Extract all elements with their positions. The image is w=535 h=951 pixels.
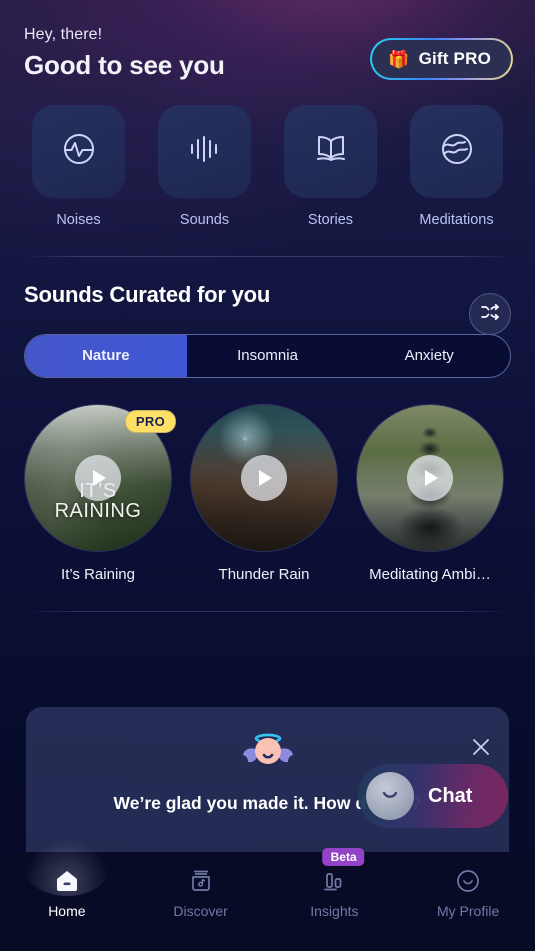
music-box-icon <box>188 868 214 894</box>
overlay-line-2: RAINING <box>54 499 142 522</box>
pro-badge: PRO <box>124 409 176 433</box>
bottom-navigation: Home Discover Beta Insights My Profile <box>0 838 535 951</box>
play-icon <box>259 469 272 486</box>
sound-card-title: Thunder Rain <box>218 565 310 583</box>
close-feedback-button[interactable] <box>469 737 493 761</box>
category-meditations[interactable]: Meditations <box>409 105 504 228</box>
shuffle-icon <box>480 302 500 327</box>
home-icon <box>54 868 80 894</box>
bar-chart-icon <box>321 868 347 894</box>
category-label: Noises <box>56 212 101 228</box>
category-tabs: Nature Insomnia Anxiety <box>24 333 511 378</box>
nav-item-my-profile[interactable]: My Profile <box>401 868 535 919</box>
nav-label: My Profile <box>437 903 500 919</box>
sound-card-title: Meditating Ambi… <box>369 565 491 583</box>
category-tile <box>158 105 251 198</box>
nav-item-home[interactable]: Home <box>0 838 134 919</box>
tab-anxiety[interactable]: Anxiety <box>348 335 510 377</box>
smiley-face-icon <box>455 868 481 894</box>
nav-item-discover[interactable]: Discover <box>134 868 268 919</box>
beta-badge: Beta <box>322 848 365 866</box>
play-icon <box>93 469 106 486</box>
tab-nature[interactable]: Nature <box>25 334 187 377</box>
section-divider-2 <box>24 610 511 612</box>
wave-circle-icon <box>438 130 476 173</box>
chat-button[interactable]: Chat <box>358 764 508 828</box>
curated-section: Sounds Curated for you Nature Insomnia A… <box>0 257 535 378</box>
sound-card-title: It’s Raining <box>61 565 135 583</box>
angel-mascot-icon <box>238 733 298 777</box>
app-screen: Hey, there! Good to see you 🎁 Gift PRO N… <box>0 0 535 951</box>
tab-insomnia[interactable]: Insomnia <box>187 335 349 377</box>
gift-pro-button-inner: 🎁 Gift PRO <box>372 40 511 78</box>
sound-card[interactable]: Thunder Rain <box>190 403 338 583</box>
chat-label: Chat <box>428 784 473 807</box>
category-row: Noises Sounds Stories Meditations <box>0 81 535 228</box>
category-stories[interactable]: Stories <box>283 105 378 228</box>
chat-avatar-icon <box>366 772 414 820</box>
close-icon <box>470 736 492 763</box>
sound-card[interactable]: IT’S RAINING PRO It’s Raining <box>24 403 176 583</box>
category-tile <box>284 105 377 198</box>
waveform-circle-icon <box>59 129 99 174</box>
category-label: Stories <box>307 212 354 228</box>
play-icon <box>425 469 438 486</box>
gift-pro-button[interactable]: 🎁 Gift PRO <box>370 38 513 80</box>
nav-label: Insights <box>310 903 359 919</box>
equalizer-bars-icon <box>187 132 223 171</box>
lightning-bolt-icon <box>240 422 250 459</box>
play-button[interactable] <box>241 454 287 501</box>
nav-label: Discover <box>173 903 228 919</box>
shuffle-button[interactable] <box>469 293 511 335</box>
play-button[interactable] <box>75 454 121 501</box>
category-noises[interactable]: Noises <box>31 105 126 228</box>
curated-title: Sounds Curated for you <box>24 282 271 307</box>
sound-thumbnail <box>356 403 504 552</box>
header: Hey, there! Good to see you 🎁 Gift PRO <box>0 0 535 81</box>
category-tile <box>32 105 125 198</box>
category-sounds[interactable]: Sounds <box>157 105 252 228</box>
play-button[interactable] <box>407 454 453 501</box>
gift-icon: 🎁 <box>388 49 410 69</box>
category-label: Meditations <box>419 212 494 228</box>
nav-label: Home <box>48 903 86 919</box>
open-book-icon <box>312 132 350 171</box>
gift-pro-label: Gift PRO <box>418 49 491 68</box>
nav-item-insights[interactable]: Beta Insights <box>268 848 402 919</box>
sound-card[interactable]: Meditating Ambi… <box>356 403 504 583</box>
sound-card-list: IT’S RAINING PRO It’s Raining Thunder Ra… <box>0 378 535 583</box>
sound-thumbnail <box>190 403 338 552</box>
category-tile <box>410 105 503 198</box>
category-label: Sounds <box>179 212 230 228</box>
